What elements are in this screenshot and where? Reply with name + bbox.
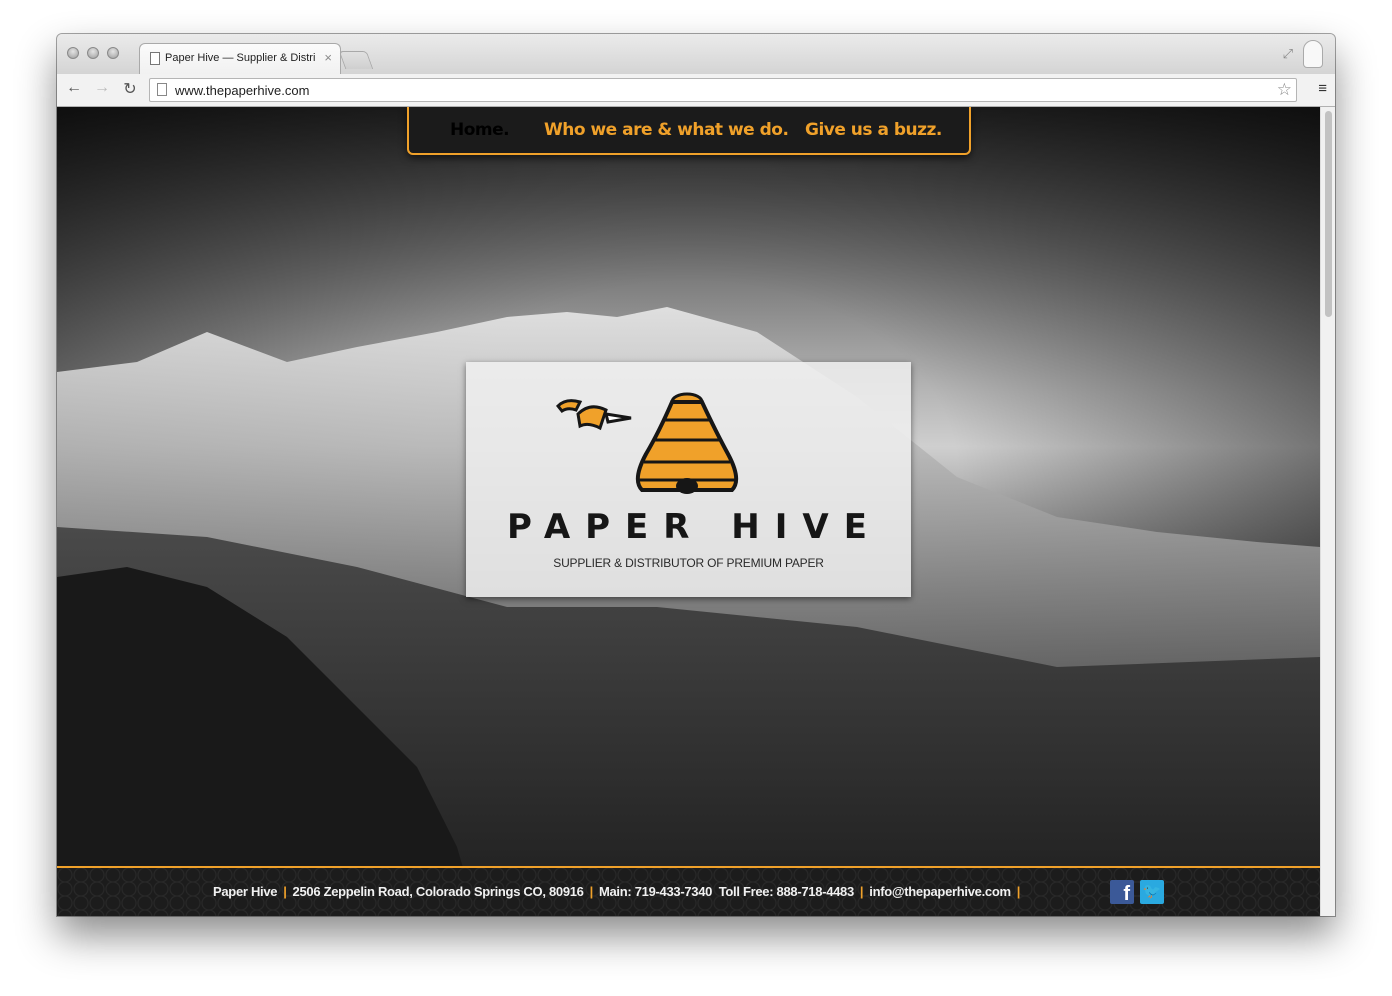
tab-title: Paper Hive — Supplier & Distributor of P…	[165, 52, 315, 64]
footer-separator: |	[589, 884, 594, 899]
document-icon	[150, 52, 160, 65]
footer-company: Paper Hive	[213, 884, 278, 899]
back-button[interactable]: ←	[63, 79, 85, 97]
footer-contact-line: Paper Hive | 2506 Zeppelin Road, Colorado …	[213, 884, 1026, 899]
profile-icon[interactable]	[1303, 40, 1323, 68]
footer-email-link[interactable]: info@thepaperhive.com	[869, 884, 1011, 899]
page-icon	[157, 83, 167, 96]
nav-about-link[interactable]: Who we are & what we do.	[544, 120, 789, 140]
title-bar: Paper Hive — Supplier & Distributor of P…	[57, 34, 1335, 74]
twitter-icon[interactable]: 🐦	[1140, 880, 1164, 904]
footer-separator: |	[1016, 884, 1021, 899]
scrollbar-thumb[interactable]	[1325, 111, 1332, 317]
address-bar[interactable]: www.thepaperhive.com ☆	[149, 78, 1297, 102]
zoom-window-button[interactable]	[107, 47, 119, 59]
facebook-icon[interactable]: f	[1110, 880, 1134, 905]
new-tab-button[interactable]	[338, 51, 374, 69]
tab-close-icon[interactable]: ×	[324, 50, 332, 65]
nav-home-link[interactable]: Home.	[450, 120, 510, 140]
brand-name: PAPER HIVE	[507, 507, 882, 547]
browser-menu-icon[interactable]: ≡	[1318, 80, 1327, 97]
footer-address: 2506 Zeppelin Road, Colorado Springs CO,…	[292, 884, 584, 899]
footer-separator: |	[859, 884, 864, 899]
fullscreen-icon[interactable]: ⤢	[1283, 46, 1293, 62]
scrollbar[interactable]	[1320, 107, 1335, 916]
reload-button[interactable]: ↻	[119, 79, 141, 99]
footer-toll-free: Toll Free: 888-718-4483	[718, 884, 855, 899]
beehive-logo-icon	[555, 392, 739, 494]
browser-toolbar: ← → ↻ www.thepaperhive.com ☆ ≡	[57, 74, 1335, 107]
minimize-window-button[interactable]	[87, 47, 99, 59]
site-footer: Paper Hive | 2506 Zeppelin Road, Colorado …	[57, 866, 1320, 916]
page-viewport: Home. Who we are & what we do. Give us a…	[57, 107, 1320, 916]
browser-tab[interactable]: Paper Hive — Supplier & Distributor of P…	[139, 43, 341, 74]
forward-button[interactable]: →	[91, 79, 113, 97]
browser-window: Paper Hive — Supplier & Distributor of P…	[57, 34, 1335, 916]
brand-tagline: SUPPLIER & DISTRIBUTOR OF PREMIUM PAPER	[553, 556, 824, 570]
close-window-button[interactable]	[67, 47, 79, 59]
site-navigation: Home. Who we are & what we do. Give us a…	[407, 107, 971, 155]
nav-contact-link[interactable]: Give us a buzz.	[805, 120, 942, 140]
footer-separator: |	[283, 884, 287, 899]
logo-card: PAPER HIVE SUPPLIER & DISTRIBUTOR OF PRE…	[466, 362, 911, 597]
url-text[interactable]: www.thepaperhive.com	[175, 83, 309, 98]
bookmark-star-icon[interactable]: ☆	[1277, 80, 1292, 100]
footer-main-phone: Main: 719-433-7340	[598, 884, 713, 899]
